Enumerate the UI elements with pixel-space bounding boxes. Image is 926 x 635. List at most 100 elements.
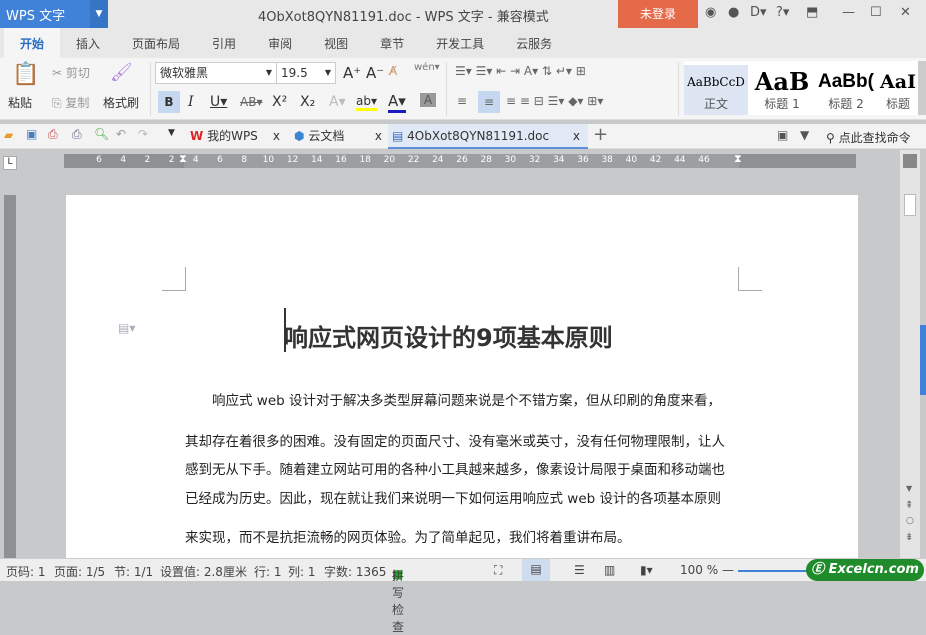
message-icon[interactable]: ● [728,5,739,20]
style-heading3[interactable]: AaI 标题 [878,65,918,115]
align-center-button[interactable]: ≡ [478,91,500,113]
vertical-ruler[interactable] [4,195,16,558]
subscript-button[interactable]: X₂ [300,94,315,110]
paragraph-menu-icon[interactable]: ▤▾ [118,321,135,335]
maximize-icon[interactable]: ☐ [870,5,882,20]
print-icon[interactable]: ⎙ [72,127,82,142]
minimize-icon[interactable]: — [842,5,855,20]
ruler-tick: 14 [311,155,323,165]
status-word-count[interactable]: 字数: 1365 [324,563,386,580]
indent-marker[interactable]: ⧗ [179,152,187,166]
text-effect-button[interactable]: A▾ [329,94,346,110]
next-page-icon[interactable]: ⇟ [905,532,913,543]
wps-menu-button[interactable]: WPS 文字 ▼ [0,0,108,28]
scroll-thumb[interactable] [904,194,916,216]
present-icon[interactable]: ▣ [777,128,788,142]
zoom-level[interactable]: 100 % [680,563,718,577]
ruler-tick: 6 [96,155,102,165]
paragraph-line[interactable]: 其却存在着很多的困难。没有固定的页面尺寸、没有毫米或英寸，没有任何物理限制，让人 [185,430,725,450]
paragraph-line[interactable]: 来实现，而不是抗拒流畅的网页体验。为了简单起见，我们将着重讲布局。 [185,526,631,546]
undo-icon[interactable]: ↶ [116,127,126,141]
help-icon[interactable]: ?▾ [776,5,789,20]
style-scroll-button[interactable] [918,61,926,115]
ruler-tick: 12 [286,155,299,165]
pinyin-icon[interactable]: wén▾ [414,62,440,73]
feedback-icon[interactable]: D▾ [750,5,767,20]
highlight-button[interactable]: ab▾ [356,94,377,111]
status-row: 行: 1 [254,565,282,579]
scroll-down-icon[interactable]: ▼ [906,484,912,493]
paragraph-line[interactable]: 已经成为历史。因此，现在就让我们来说明一下如何运用响应式 web 设计的各项基本… [185,487,721,507]
tab-home[interactable]: 开始 [4,28,61,58]
vertical-scrollbar[interactable]: ▼ ⇞ ○ ⇟ [900,150,920,558]
align-right-button[interactable]: ≡ ≡ ⊟ ☰▾ ◆▾ ⊞▾ [506,94,603,108]
tab-chapter[interactable]: 章节 [364,28,420,58]
tab-stop-selector[interactable]: L [3,156,17,170]
right-indent-marker[interactable]: ⧗ [734,152,742,166]
strikethrough-button[interactable]: AB▾ [240,95,262,109]
font-size-select[interactable]: 19.5 ▼ [276,62,336,84]
quick-access-dropdown-icon[interactable]: ▼ [168,128,175,138]
tab-current-doc[interactable]: ▤ 4ObXot8QYN81191.doc x [388,124,588,149]
format-painter-button[interactable]: 格式刷 [103,94,139,111]
style-heading2[interactable]: AaBb(标题 2 [814,65,878,115]
fullscreen-icon[interactable]: ⛶ [494,563,502,578]
tab-insert[interactable]: 插入 [60,28,116,58]
bullets-button[interactable]: ☰▾ ☰▾ ⇤ ⇥ A▾ ⇅ ↵▾ ⊞ [455,64,586,78]
align-left-button[interactable]: ≡ [457,94,467,108]
superscript-button[interactable]: X² [272,94,287,110]
bold-button[interactable]: B [158,91,180,113]
italic-button[interactable]: I [188,94,194,110]
tab-layout[interactable]: 页面布局 [116,28,196,58]
paragraph-line[interactable]: 感到无从下手。随着建立网站可用的各种小工具越来越多，像素设计局限于桌面和移动端也 [185,458,725,478]
close-tab-icon[interactable]: x [375,124,382,149]
style-heading1[interactable]: AaB 标题 1 [750,65,814,115]
zoom-out-icon[interactable]: — [722,563,734,577]
underline-button[interactable]: U▾ [210,94,227,110]
save-icon[interactable]: ▣ [26,127,37,141]
tab-view[interactable]: 视图 [308,28,364,58]
grow-font-icon[interactable]: A⁺ A⁻ [343,64,384,82]
side-panel-handle[interactable] [920,325,926,395]
tab-my-wps[interactable]: W 我的WPS x [186,124,290,149]
font-select[interactable]: 微软雅黑 ▼ [155,62,277,84]
zoom-slider[interactable] [738,570,808,572]
cut-button[interactable]: ✂ 剪切 [52,64,90,81]
tab-review[interactable]: 审阅 [252,28,308,58]
redo-icon[interactable]: ↷ [138,127,148,141]
collapse-icon[interactable]: ▼ [800,128,809,142]
command-search[interactable]: ⚲ 点此查找命令 [826,129,911,146]
copy-button[interactable]: ⎘ 复制 [52,94,89,111]
format-painter-icon[interactable]: 🖌 [110,62,133,83]
prev-page-icon[interactable]: ⇞ [905,500,913,511]
font-color-button[interactable]: A▾ [388,92,406,113]
login-button[interactable]: 未登录 [618,0,698,28]
tab-cloud[interactable]: 云服务 [500,28,568,58]
eye-care-icon[interactable]: ▮▾ [640,563,653,577]
skin-icon[interactable]: ◉ [705,5,716,20]
tab-references[interactable]: 引用 [196,28,252,58]
tab-developer[interactable]: 开发工具 [420,28,500,58]
paste-button[interactable]: 粘贴 [8,94,32,111]
web-view-icon[interactable]: ▥ [604,563,615,577]
export-pdf-icon[interactable]: ⎙ [48,127,58,142]
new-tab-icon[interactable]: + [593,124,608,145]
open-icon[interactable]: ▰ [4,128,13,142]
close-icon[interactable]: ✕ [900,5,911,20]
clear-format-icon[interactable]: A̸ [389,64,397,78]
restore-ribbon-icon[interactable]: ⬒ [806,5,818,20]
document-title[interactable]: 响应式网页设计的9项基本原则 [284,318,613,353]
split-icon[interactable] [903,154,917,168]
tab-cloud-docs[interactable]: ⬢ 云文档 x [290,124,388,149]
close-tab-icon[interactable]: x [573,124,580,149]
browse-object-icon[interactable]: ○ [906,516,914,526]
chevron-down-icon[interactable]: ▼ [90,0,108,28]
close-tab-icon[interactable]: x [273,124,280,149]
style-normal[interactable]: AaBbCcD 正文 [684,65,748,115]
outline-view-icon[interactable]: ☰ [574,563,585,577]
print-preview-icon[interactable]: 🔍︎ [94,127,109,141]
paste-icon[interactable]: 📋 [12,62,39,87]
page-view-icon[interactable]: ▤ [522,559,550,581]
char-shading-button[interactable]: A [420,93,436,107]
paragraph-line[interactable]: 响应式 web 设计对于解决多类型屏幕问题来说是个不错方案，但从印刷的角度来看， [212,389,721,409]
